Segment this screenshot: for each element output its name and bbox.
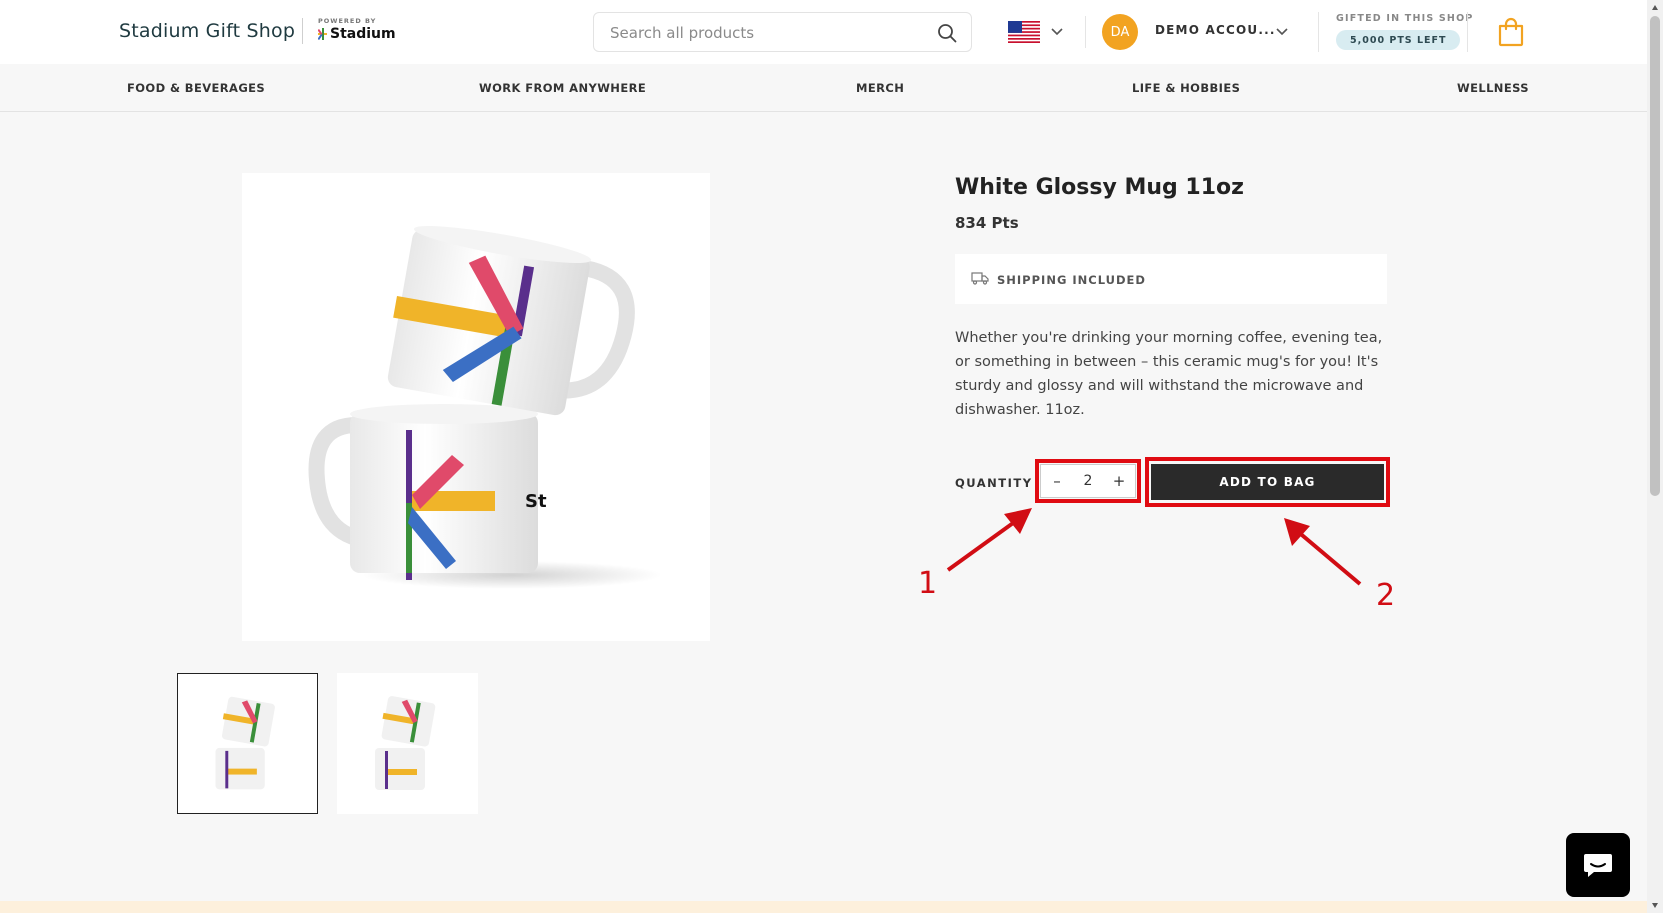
annotation-number-2: 2	[1376, 578, 1396, 613]
scroll-down-icon[interactable]	[1651, 901, 1659, 909]
annotation-arrow-2	[1284, 518, 1362, 586]
product-description: Whether you're drinking your morning cof…	[955, 330, 1383, 418]
product-thumbnail-2[interactable]	[337, 673, 478, 814]
product-thumbnail-1[interactable]	[177, 673, 318, 814]
mug-image: St	[308, 226, 662, 589]
mug-thumbnail-image	[375, 696, 436, 790]
truck-icon	[971, 272, 989, 285]
footer-strip	[0, 901, 1647, 913]
product-price: 834 Pts	[955, 214, 1019, 232]
page-scrollbar[interactable]	[1647, 0, 1663, 913]
quantity-label: QUANTITY	[955, 476, 1033, 490]
logo-divider	[302, 18, 303, 44]
points-left-badge: 5,000 PTS LEFT	[1336, 30, 1461, 50]
account-name[interactable]: DEMO ACCOU...	[1155, 23, 1276, 37]
chevron-down-icon[interactable]	[1050, 25, 1064, 39]
stadium-logo: Stadium	[318, 26, 396, 42]
annotation-highlight-add-to-bag	[1145, 457, 1390, 507]
annotation-number-1: 1	[918, 566, 938, 601]
scrollbar-thumb[interactable]	[1650, 16, 1660, 496]
annotation-highlight-quantity	[1035, 459, 1141, 503]
stadium-mark-icon	[318, 28, 327, 40]
product-main-image[interactable]: St	[242, 173, 710, 641]
powered-by-label: POWERED BY	[318, 17, 377, 25]
shop-name[interactable]: Stadium Gift Shop	[119, 20, 295, 42]
nav-item-work-from-anywhere[interactable]: WORK FROM ANYWHERE	[479, 81, 646, 95]
gifted-label: GIFTED IN THIS SHOP	[1336, 13, 1474, 24]
shopping-bag-icon[interactable]	[1497, 17, 1525, 47]
nav-item-life-hobbies[interactable]: LIFE & HOBBIES	[1132, 81, 1240, 95]
nav-item-food-beverages[interactable]: FOOD & BEVERAGES	[127, 81, 265, 95]
category-nav: FOOD & BEVERAGES WORK FROM ANYWHERE MERC…	[0, 64, 1647, 112]
nav-item-merch[interactable]: MERCH	[856, 81, 904, 95]
shipping-info: SHIPPING INCLUDED	[955, 254, 1387, 304]
header-divider	[1318, 12, 1319, 52]
svg-text:St: St	[525, 491, 547, 512]
nav-item-wellness[interactable]: WELLNESS	[1457, 81, 1529, 95]
header-divider	[1467, 12, 1468, 52]
annotation-arrow-1	[946, 508, 1032, 572]
search-icon[interactable]	[937, 23, 957, 43]
chevron-down-icon[interactable]	[1275, 25, 1289, 39]
stadium-brand-text: Stadium	[330, 26, 396, 42]
header: Stadium Gift Shop POWERED BY Stadium DA	[0, 0, 1647, 64]
us-flag-icon[interactable]	[1008, 21, 1040, 43]
chat-button[interactable]	[1566, 833, 1630, 897]
chat-icon	[1584, 854, 1612, 877]
avatar[interactable]: DA	[1102, 14, 1138, 50]
search-input[interactable]	[610, 22, 930, 44]
product-title: White Glossy Mug 11oz	[955, 175, 1244, 200]
search-box[interactable]	[593, 12, 972, 52]
header-divider	[1085, 16, 1086, 48]
shipping-text: SHIPPING INCLUDED	[997, 273, 1146, 287]
mug-thumbnail-image	[215, 696, 275, 790]
scroll-up-icon[interactable]	[1651, 4, 1659, 12]
